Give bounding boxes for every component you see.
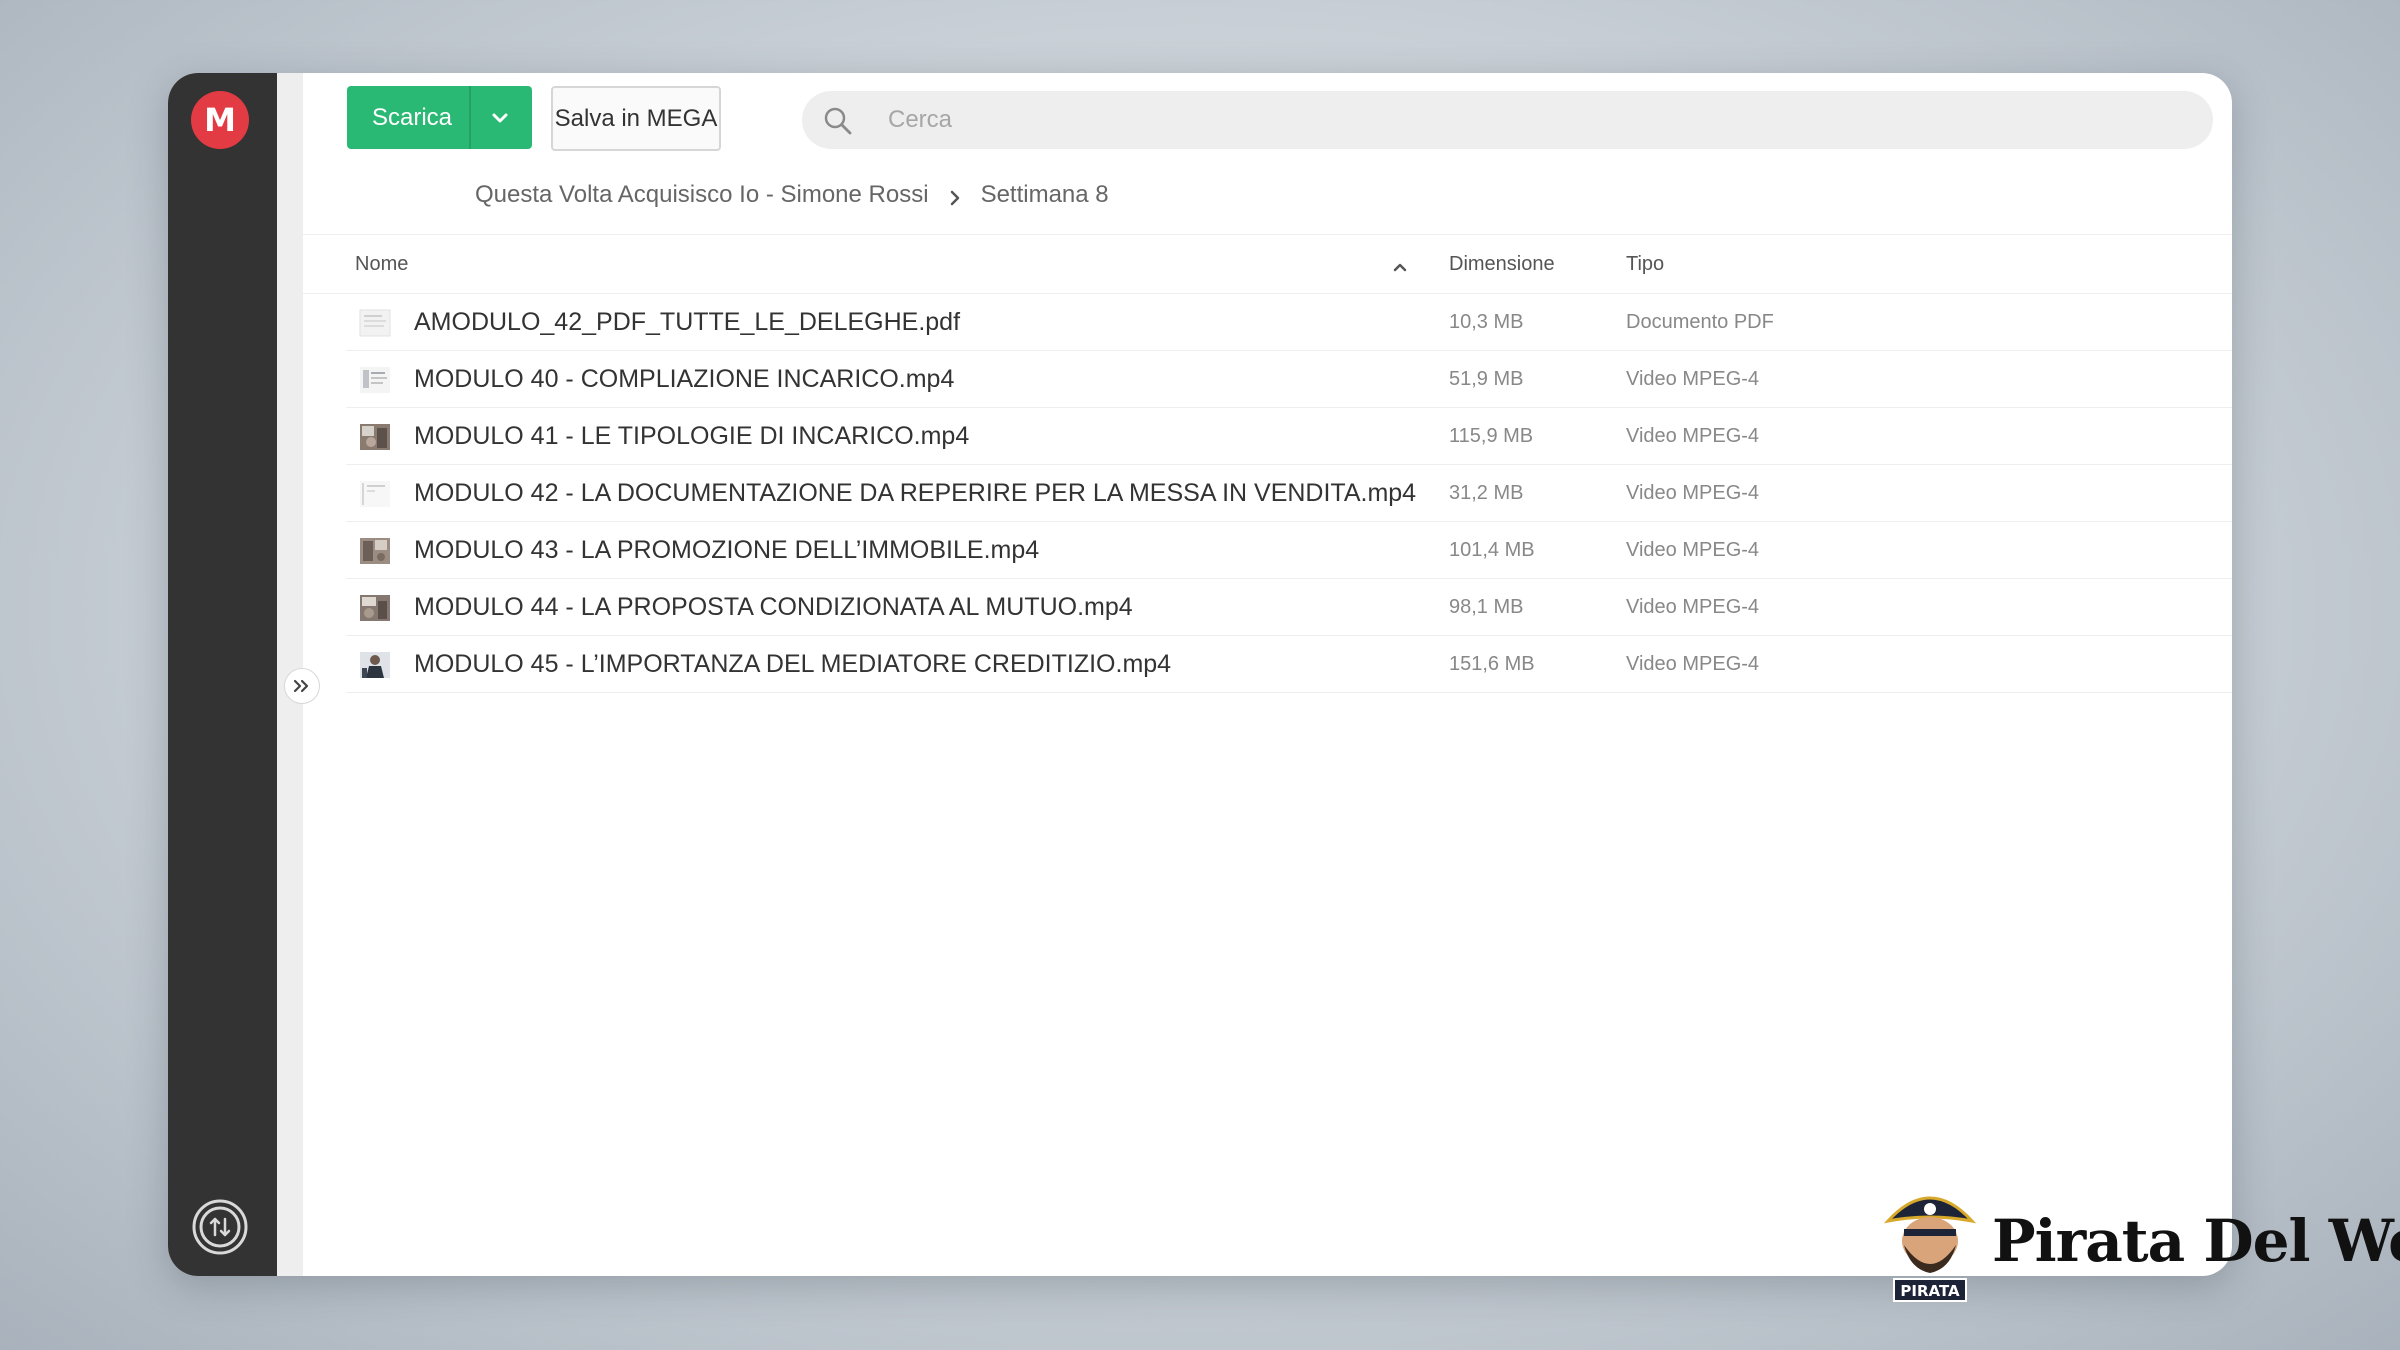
search-placeholder: Cerca — [888, 106, 953, 133]
file-type: Video MPEG-4 — [1626, 596, 1760, 618]
file-row[interactable]: MODULO 40 - COMPLIAZIONE INCARICO.mp4 51… — [346, 351, 2232, 408]
search-icon — [822, 105, 854, 137]
file-name: AMODULO_42_PDF_TUTTE_LE_DELEGHE.pdf — [414, 308, 961, 336]
video-thumbnail — [359, 650, 391, 680]
file-row[interactable]: MODULO 44 - LA PROPOSTA CONDIZIONATA AL … — [346, 579, 2232, 636]
file-size: 98,1 MB — [1449, 596, 1524, 618]
chevron-down-icon[interactable] — [485, 108, 515, 128]
video-thumbnail — [359, 365, 391, 395]
file-row[interactable]: MODULO 42 - LA DOCUMENTAZIONE DA REPERIR… — [346, 465, 2232, 522]
watermark-badge-text: PIRATA — [1900, 1282, 1960, 1300]
column-header-size[interactable]: Dimensione — [1449, 235, 1555, 293]
pirate-mascot-icon: PIRATA — [1883, 1196, 1977, 1302]
file-name: MODULO 41 - LE TIPOLOGIE DI INCARICO.mp4 — [414, 422, 970, 450]
file-size: 51,9 MB — [1449, 368, 1524, 390]
column-header-name[interactable]: Nome — [355, 235, 408, 293]
breadcrumb: Questa Volta Acquisisco Io - Simone Ross… — [475, 173, 1109, 217]
file-name: MODULO 40 - COMPLIAZIONE INCARICO.mp4 — [414, 365, 955, 393]
video-thumbnail — [359, 422, 391, 452]
sidebar: M — [168, 73, 277, 1276]
file-type: Documento PDF — [1626, 311, 1774, 333]
video-thumbnail — [359, 479, 391, 509]
file-type: Video MPEG-4 — [1626, 653, 1760, 675]
file-type: Video MPEG-4 — [1626, 368, 1760, 390]
file-row[interactable]: MODULO 43 - LA PROMOZIONE DELL’IMMOBILE.… — [346, 522, 2232, 579]
save-to-mega-button[interactable]: Salva in MEGA — [551, 86, 721, 151]
column-header-type[interactable]: Tipo — [1626, 235, 1664, 293]
file-list-header: Nome Dimensione Tipo — [303, 234, 2232, 294]
file-row[interactable]: AMODULO_42_PDF_TUTTE_LE_DELEGHE.pdf 10,3… — [346, 294, 2232, 351]
file-row[interactable]: MODULO 45 - L’IMPORTANZA DEL MEDIATORE C… — [346, 636, 2232, 693]
file-size: 151,6 MB — [1449, 653, 1535, 675]
breadcrumb-item-folder[interactable]: Questa Volta Acquisisco Io - Simone Ross… — [475, 181, 929, 209]
search-input[interactable]: Cerca — [802, 91, 2213, 149]
mega-window: M Scarica Salva in MEGA Cerca Questa Vol… — [168, 73, 2232, 1276]
chevron-up-icon[interactable] — [1391, 257, 1409, 272]
file-row[interactable]: MODULO 41 - LE TIPOLOGIE DI INCARICO.mp4… — [346, 408, 2232, 465]
video-thumbnail — [359, 536, 391, 566]
file-name: MODULO 44 - LA PROPOSTA CONDIZIONATA AL … — [414, 593, 1133, 621]
file-list: Nome Dimensione Tipo AMODULO_42_PDF_TUTT… — [303, 234, 2232, 693]
download-label: Scarica — [372, 104, 453, 131]
pdf-document-thumbnail — [359, 308, 391, 338]
watermark-text: Pirata Del Web — [1992, 1207, 2400, 1275]
pirata-del-web-watermark: PIRATA Pirata Del Web — [1880, 1183, 2400, 1303]
download-button[interactable]: Scarica — [347, 86, 532, 149]
file-size: 10,3 MB — [1449, 311, 1524, 333]
mega-logo-icon[interactable]: M — [191, 91, 249, 149]
file-name: MODULO 42 - LA DOCUMENTAZIONE DA REPERIR… — [414, 479, 1417, 507]
file-size: 101,4 MB — [1449, 539, 1535, 561]
file-type: Video MPEG-4 — [1626, 482, 1760, 504]
file-name: MODULO 43 - LA PROMOZIONE DELL’IMMOBILE.… — [414, 536, 1040, 564]
file-type: Video MPEG-4 — [1626, 425, 1760, 447]
transfer-manager-icon[interactable] — [191, 1198, 249, 1256]
breadcrumb-item-current[interactable]: Settimana 8 — [981, 181, 1109, 209]
file-name: MODULO 45 - L’IMPORTANZA DEL MEDIATORE C… — [414, 650, 1172, 678]
chevron-right-icon — [949, 186, 961, 206]
file-size: 31,2 MB — [1449, 482, 1524, 504]
file-size: 115,9 MB — [1449, 425, 1534, 447]
double-chevron-right-icon[interactable] — [284, 668, 320, 704]
file-type: Video MPEG-4 — [1626, 539, 1760, 561]
video-thumbnail — [359, 593, 391, 623]
download-divider — [469, 86, 471, 149]
